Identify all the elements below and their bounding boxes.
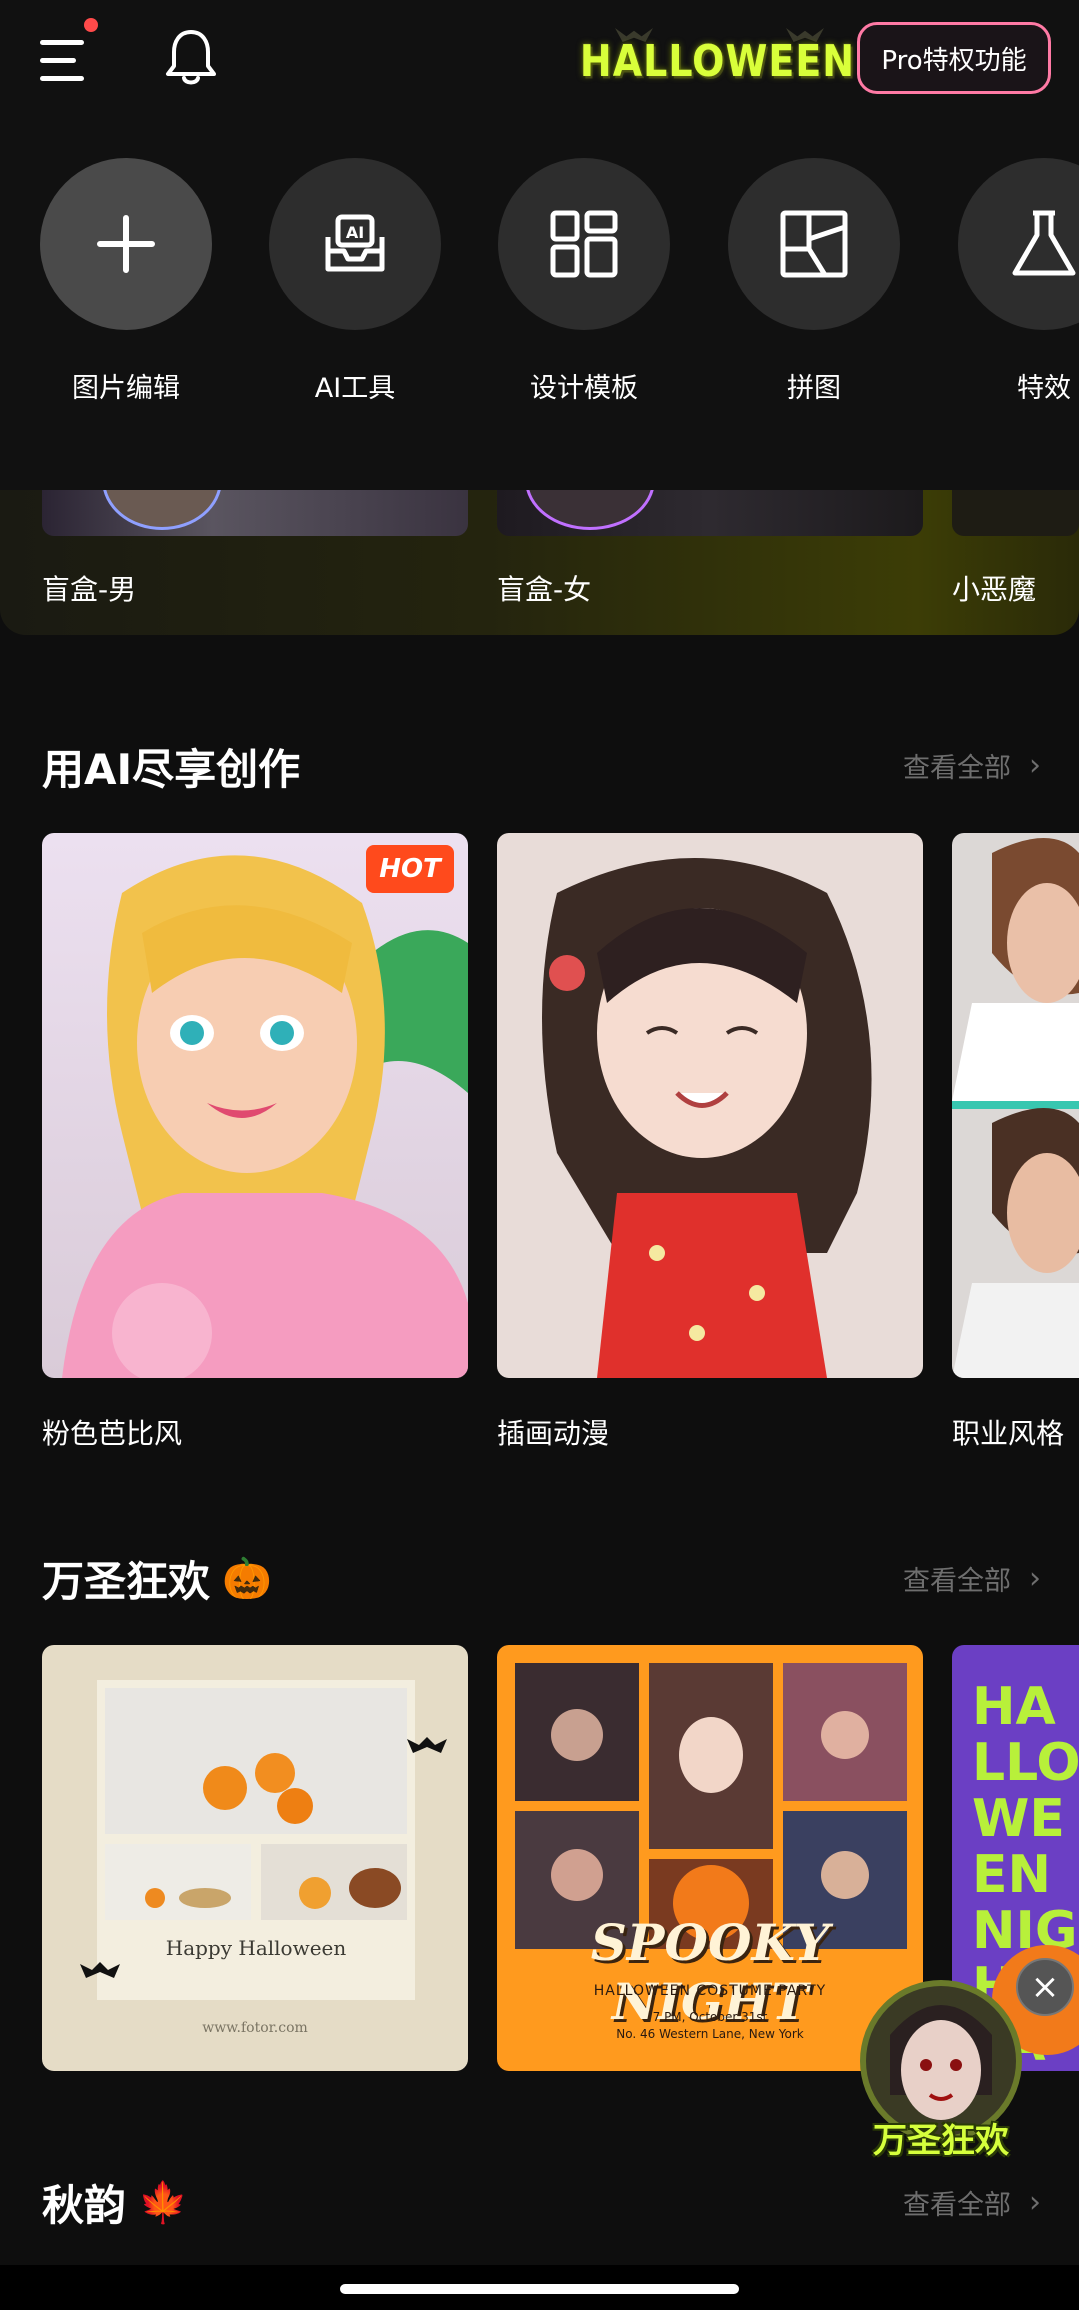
blind-box-male-image[interactable] (42, 490, 468, 536)
tool-label: 图片编辑 (72, 373, 180, 404)
tool-label: 拼图 (787, 373, 841, 404)
pumpkin-icon: 🎃 (222, 1556, 272, 1602)
ai-card-label[interactable]: 职业风格 (952, 1412, 1064, 1452)
collage-icon (728, 158, 900, 330)
ai-section-title: 用AI尽享创作 (42, 736, 300, 797)
autumn-section-title: 秋韵 🍁 (42, 2172, 188, 2233)
tool-collage[interactable]: 拼图 (728, 158, 900, 405)
halloween-section-title: 万圣狂欢 🎃 (42, 1548, 272, 1609)
svg-text:AI: AI (346, 223, 364, 242)
tool-label: AI工具 (314, 373, 396, 404)
see-all-text: 查看全部 (903, 753, 1011, 784)
ai-card-label[interactable]: 插画动漫 (497, 1412, 609, 1452)
halloween-float-badge[interactable]: 万圣狂欢 (850, 1975, 1032, 2165)
blind-box-female-image[interactable] (497, 490, 923, 536)
tool-ai[interactable]: AI AI工具 (269, 158, 441, 405)
tool-effects[interactable]: 特效 (958, 158, 1079, 405)
pink-barbie-image (42, 833, 468, 1378)
tool-image-edit[interactable]: 图片编辑 (40, 158, 212, 405)
halloween-logo[interactable]: HALLOWEEN (580, 22, 854, 100)
notification-dot (84, 18, 98, 32)
ai-card-anime[interactable] (497, 833, 923, 1378)
bat-icon (407, 1737, 447, 1753)
anime-illustration-image (497, 833, 923, 1378)
section-title-text: 秋韵 (42, 2181, 127, 2230)
section-title-text: 用AI尽享创作 (42, 745, 301, 794)
home-indicator[interactable] (340, 2284, 739, 2294)
halloween-see-all-link[interactable]: 查看全部 › (903, 1559, 1041, 1598)
little-devil-label[interactable]: 小恶魔 (952, 568, 1036, 608)
ai-card-professional[interactable] (952, 833, 1079, 1378)
pro-features-button[interactable]: Pro特权功能 (857, 22, 1051, 94)
ai-card-label[interactable]: 粉色芭比风 (42, 1412, 182, 1452)
hot-badge: HOT (366, 845, 454, 893)
chevron-right-icon: › (1029, 748, 1041, 783)
float-badge-text: 万圣狂欢 (873, 2121, 1009, 2161)
bell-icon[interactable] (160, 26, 222, 88)
plus-icon (40, 158, 212, 330)
ai-see-all-link[interactable]: 查看全部 › (903, 746, 1041, 785)
section-title-text: 万圣狂欢 (42, 1557, 211, 1606)
maple-leaf-icon: 🍁 (138, 2180, 188, 2226)
see-all-text: 查看全部 (903, 2190, 1011, 2221)
ai-inbox-icon: AI (269, 158, 441, 330)
little-devil-image[interactable] (952, 490, 1079, 536)
halloween-logo-text: HALLOWEEN (579, 35, 856, 87)
top-bar: HALLOWEEN Pro特权功能 (0, 0, 1079, 130)
menu-icon[interactable] (40, 18, 98, 86)
chevron-right-icon: › (1029, 2185, 1041, 2220)
tools-row: 图片编辑 AI AI工具 设计模板 拼图 特效 (0, 130, 1079, 490)
ai-card-pink-barbie[interactable]: HOT (42, 833, 468, 1378)
happy-halloween-collage: Happy Halloween (97, 1680, 415, 2000)
autumn-see-all-link[interactable]: 查看全部 › (903, 2183, 1041, 2222)
template-grid-icon (498, 158, 670, 330)
tool-design-template[interactable]: 设计模板 (498, 158, 670, 405)
flask-icon (958, 158, 1079, 330)
close-icon[interactable]: × (1016, 1958, 1074, 2016)
blind-box-male-label[interactable]: 盲盒-男 (42, 568, 136, 608)
see-all-text: 查看全部 (903, 1566, 1011, 1597)
fotor-site-text: www.fotor.com (202, 2020, 308, 2036)
chevron-right-icon: › (1029, 1561, 1041, 1596)
tool-label: 设计模板 (530, 373, 638, 404)
blind-box-female-label[interactable]: 盲盒-女 (497, 568, 591, 608)
bat-icon (80, 1962, 120, 1978)
blind-box-strip: 盲盒-男 盲盒-女 小恶魔 (0, 490, 1079, 635)
professional-portrait-image (952, 833, 1079, 1378)
halloween-card-happy[interactable]: Happy Halloween www.fotor.com (42, 1645, 468, 2071)
happy-halloween-caption: Happy Halloween (165, 1936, 347, 1960)
tool-label: 特效 (1017, 373, 1071, 404)
